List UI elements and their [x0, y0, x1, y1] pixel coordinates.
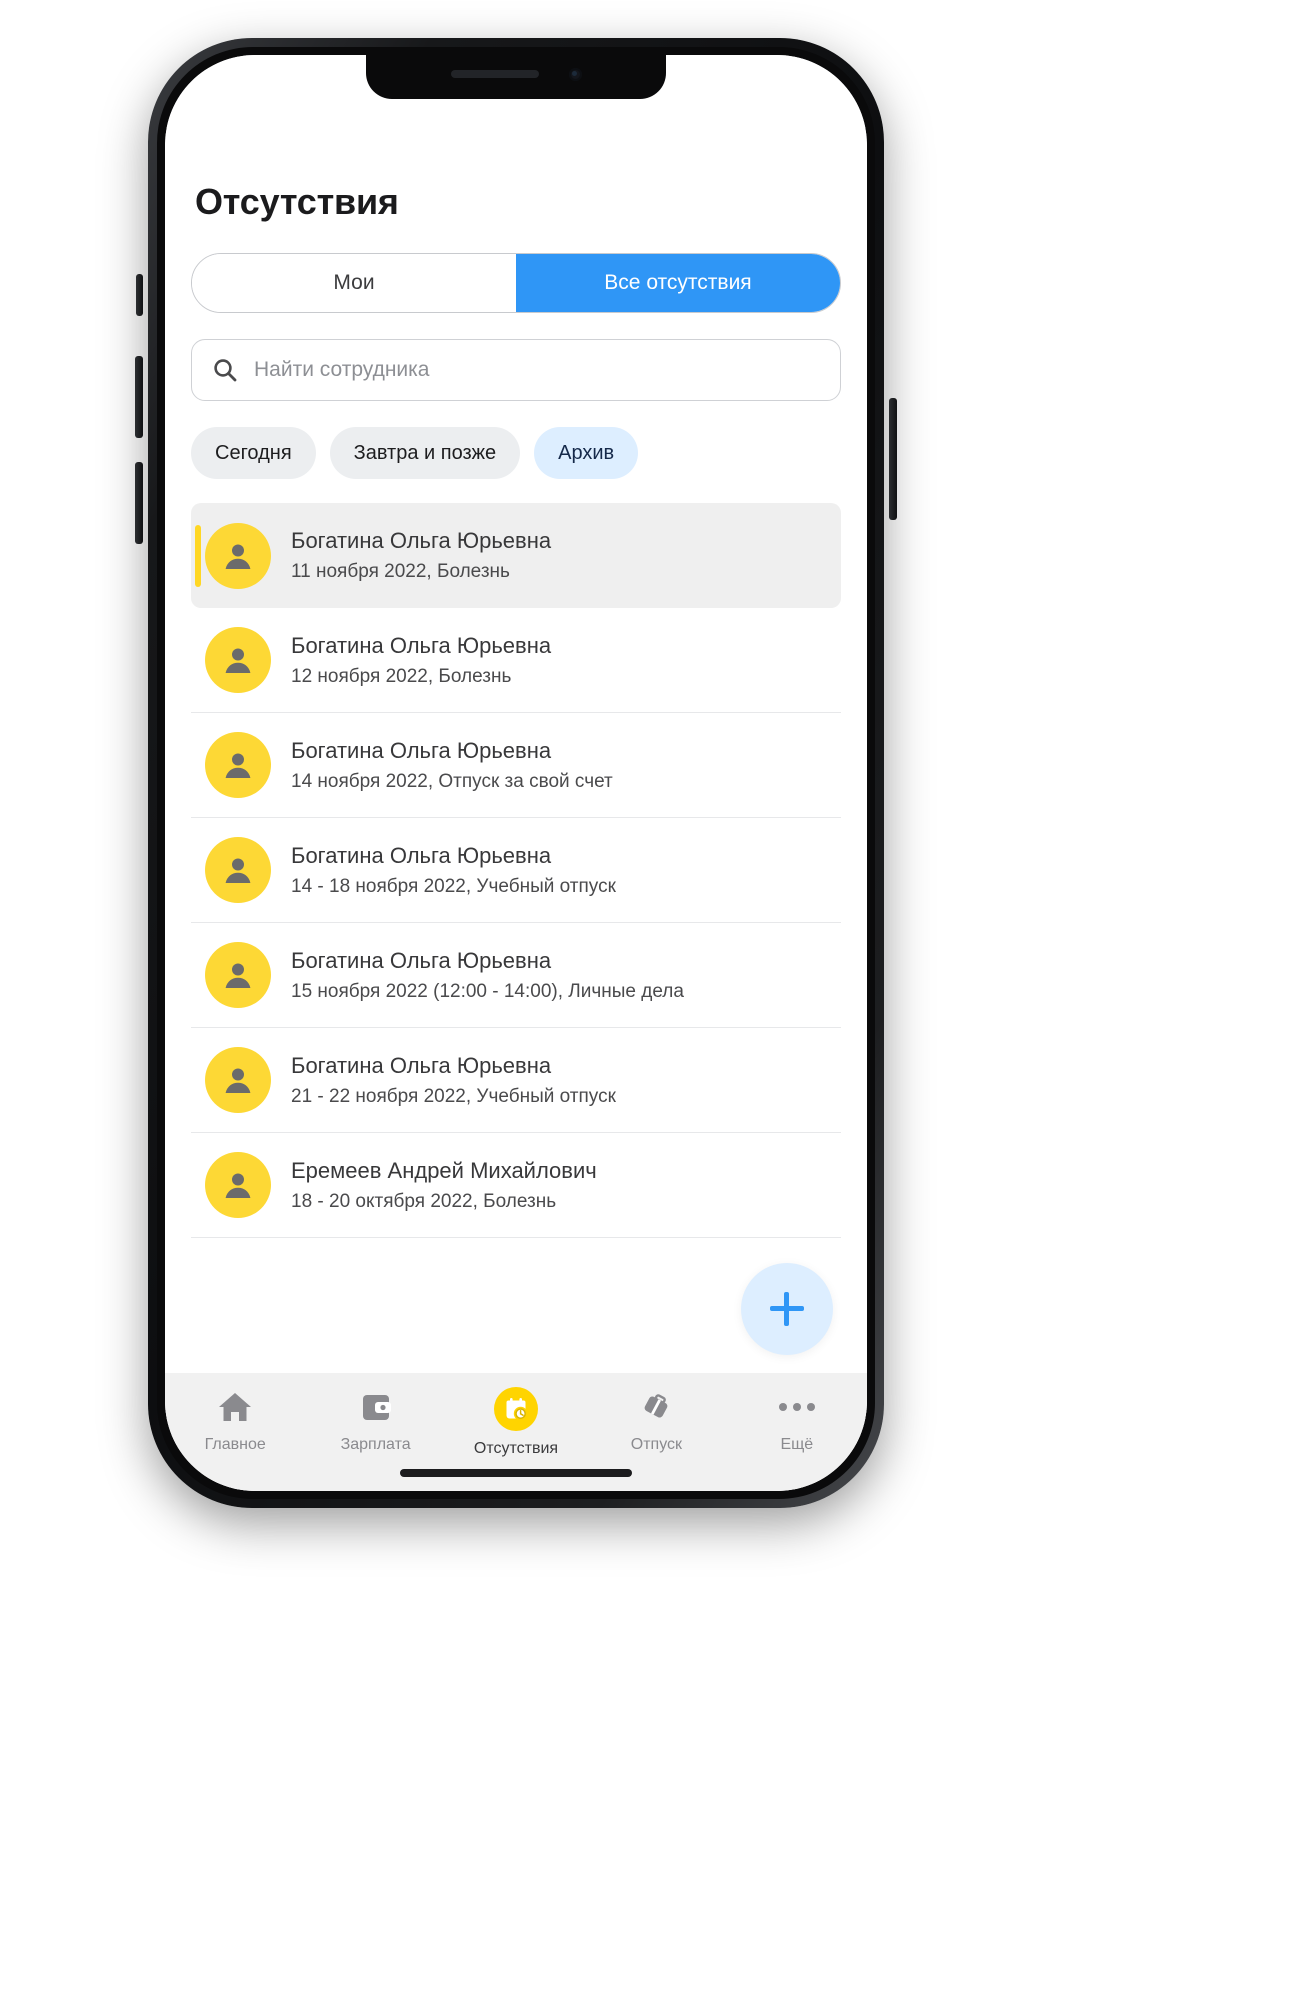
front-camera-icon	[568, 67, 582, 81]
row-text: Богатина Ольга Юрьевна 12 ноября 2022, Б…	[291, 633, 551, 688]
avatar	[205, 1152, 271, 1218]
absence-details: 21 - 22 ноября 2022, Учебный отпуск	[291, 1085, 616, 1107]
chip-tomorrow-and-later[interactable]: Завтра и позже	[329, 427, 521, 479]
avatar	[205, 837, 271, 903]
employee-name: Богатина Ольга Юрьевна	[291, 632, 552, 658]
employee-name: Богатина Ольга Юрьевна	[291, 528, 552, 553]
volume-down-button[interactable]	[135, 462, 143, 544]
tab-vacation[interactable]: Отпуск	[586, 1387, 726, 1454]
phone-frame: Отсутствия Мои Все отсутствия Найти сотр…	[135, 38, 897, 1508]
search-icon	[212, 357, 238, 383]
home-icon	[217, 1387, 253, 1427]
absence-details: 12 ноября 2022, Болезнь	[291, 665, 512, 687]
page-title: Отсутствия	[195, 181, 399, 222]
more-dots-icon	[778, 1387, 815, 1427]
search-input[interactable]	[254, 358, 820, 382]
search-box[interactable]	[191, 339, 841, 401]
absence-list[interactable]: Богатина Ольга Юрьевна 11 ноября 2022, Б…	[191, 503, 841, 1373]
absence-details: 11 ноября 2022, Болезнь	[291, 561, 510, 582]
chip-today[interactable]: Сегодня	[191, 427, 316, 479]
table-row[interactable]: Еремеев Андрей Михайлович 18 - 20 октябр…	[191, 1133, 841, 1238]
app-body: Отсутствия Мои Все отсутствия Найти сотр…	[165, 55, 867, 1373]
table-row[interactable]: Богатина Ольга Юрьевна 15 ноября 2022 (1…	[191, 923, 841, 1028]
absence-details: 14 - 18 ноября 2022, Учебный отпуск	[291, 875, 616, 897]
screenshot-canvas: Отсутствия Мои Все отсутствия Найти сотр…	[0, 0, 1312, 2000]
avatar	[205, 732, 271, 798]
employee-name: Богатина Ольга Юрьевна	[291, 737, 552, 763]
volume-up-button[interactable]	[135, 356, 143, 438]
employee-name: Еремеев Андрей Михайлович	[291, 1157, 597, 1183]
home-indicator[interactable]	[400, 1469, 632, 1477]
table-row[interactable]: Богатина Ольга Юрьевна 12 ноября 2022, Б…	[191, 608, 841, 713]
plus-icon	[770, 1292, 804, 1326]
wallet-icon	[359, 1387, 393, 1427]
tab-absences[interactable]: Отсутствия	[446, 1387, 586, 1458]
employee-name: Богатина Ольга Юрьевна	[291, 947, 552, 973]
dots-glyph	[778, 1403, 815, 1411]
row-text: Богатина Ольга Юрьевна 11 ноября 2022, Б…	[291, 528, 551, 583]
absence-details: 14 ноября 2022, Отпуск за свой счет	[291, 770, 613, 792]
phone-bezel: Отсутствия Мои Все отсутствия Найти сотр…	[157, 47, 875, 1499]
row-text: Богатина Ольга Юрьевна 21 - 22 ноября 20…	[291, 1053, 616, 1108]
tab-main[interactable]: Главное	[165, 1387, 305, 1454]
segmented-control[interactable]: Мои Все отсутствия	[191, 253, 841, 313]
tab-label: Зарплата	[340, 1436, 411, 1453]
tab-salary[interactable]: Зарплата	[305, 1387, 445, 1454]
tab-label: Ещё	[780, 1436, 814, 1453]
row-text: Богатина Ольга Юрьевна 15 ноября 2022 (1…	[291, 948, 684, 1003]
notch	[366, 55, 666, 99]
table-row[interactable]: Богатина Ольга Юрьевна 14 ноября 2022, О…	[191, 713, 841, 818]
table-row[interactable]: Богатина Ольга Юрьевна 11 ноября 2022, Б…	[191, 503, 841, 608]
row-text: Богатина Ольга Юрьевна 14 - 18 ноября 20…	[291, 843, 616, 898]
table-row[interactable]: Богатина Ольга Юрьевна 21 - 22 ноября 20…	[191, 1028, 841, 1133]
mute-switch[interactable]	[136, 274, 143, 316]
row-text: Еремеев Андрей Михайлович 18 - 20 октябр…	[291, 1158, 597, 1213]
calendar-clock-icon	[494, 1387, 539, 1431]
table-row[interactable]: Богатина Ольга Юрьевна 14 - 18 ноября 20…	[191, 818, 841, 923]
absence-details: 15 ноября 2022 (12:00 - 14:00), Личные д…	[291, 980, 684, 1002]
chip-archive[interactable]: Архив	[534, 427, 639, 479]
avatar	[205, 627, 271, 693]
employee-name: Богатина Ольга Юрьевна	[291, 842, 552, 868]
suitcase-icon	[638, 1387, 674, 1427]
avatar	[205, 522, 271, 589]
tab-more[interactable]: Ещё	[727, 1387, 867, 1454]
power-button[interactable]	[889, 398, 897, 520]
segment-all-absences[interactable]: Все отсутствия	[516, 254, 840, 312]
phone-screen: Отсутствия Мои Все отсутствия Найти сотр…	[165, 55, 867, 1491]
absence-details: 18 - 20 октября 2022, Болезнь	[291, 1190, 557, 1212]
tab-label: Отсутствия	[473, 1440, 559, 1457]
row-text: Богатина Ольга Юрьевна 14 ноября 2022, О…	[291, 738, 613, 793]
app-root: Отсутствия Мои Все отсутствия Найти сотр…	[165, 55, 867, 1491]
earpiece-speaker	[450, 70, 539, 78]
segment-my[interactable]: Мои	[192, 254, 516, 312]
tab-label: Отпуск	[630, 1436, 683, 1453]
add-absence-button[interactable]	[741, 1263, 833, 1355]
avatar	[205, 942, 271, 1008]
filter-chips: Сегодня Завтра и позже Архив	[191, 427, 841, 479]
tab-label: Главное	[204, 1436, 266, 1453]
avatar	[205, 1047, 271, 1113]
employee-name: Богатина Ольга Юрьевна	[291, 1052, 552, 1078]
